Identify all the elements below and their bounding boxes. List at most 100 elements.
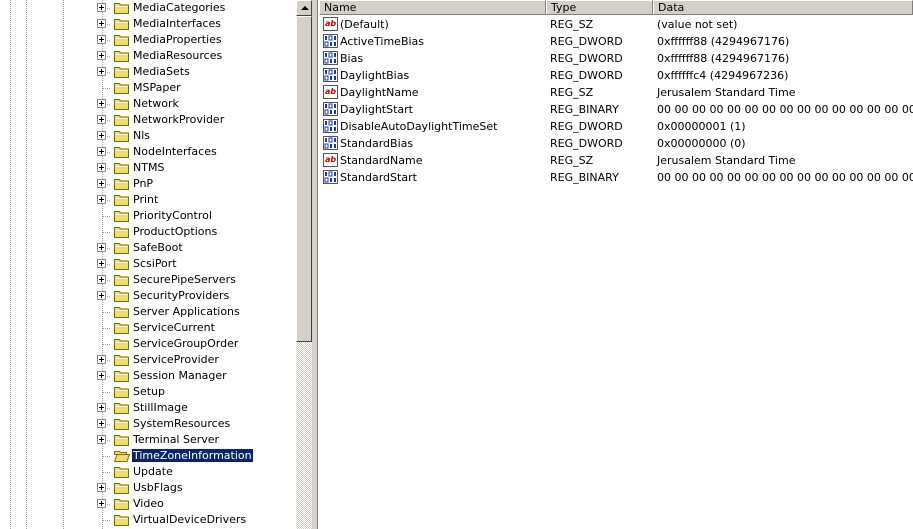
expand-plus-icon[interactable] — [97, 147, 106, 156]
value-data: Jerusalem Standard Time — [657, 86, 796, 99]
column-header-type[interactable]: Type — [546, 0, 653, 15]
tree-item[interactable]: Session Manager — [97, 368, 296, 384]
tree-item[interactable]: SafeBoot — [97, 240, 296, 256]
tree-item[interactable]: VirtualDeviceDrivers — [97, 512, 296, 528]
tree-item-label: Update — [133, 465, 173, 478]
tree-item[interactable]: PriorityControl — [97, 208, 296, 224]
tree-item[interactable]: ScsiPort — [97, 256, 296, 272]
folder-icon — [114, 67, 129, 78]
expand-plus-icon[interactable] — [97, 179, 106, 188]
table-row[interactable]: Bias REG_DWORD 0xffffff88 (4294967176) — [319, 50, 913, 67]
tree-item[interactable]: SystemResources — [97, 416, 296, 432]
folder-icon — [114, 467, 129, 478]
tree-item-label: NetworkProvider — [133, 113, 225, 126]
tree-item[interactable]: MediaCategories — [97, 0, 296, 16]
table-row[interactable]: ActiveTimeBias REG_DWORD 0xffffff88 (42949… — [319, 33, 913, 50]
tree-item[interactable]: Server Applications — [97, 304, 296, 320]
expand-plus-icon[interactable] — [97, 371, 106, 380]
tree-guide-line — [102, 520, 110, 521]
tree-item[interactable]: NodeInterfaces — [97, 144, 296, 160]
expand-plus-icon[interactable] — [97, 131, 106, 140]
tree-item-label: ServiceGroupOrder — [133, 337, 239, 350]
tree-vertical-scrollbar[interactable] — [296, 0, 312, 529]
tree-item[interactable]: Nls — [97, 128, 296, 144]
tree-item[interactable]: PnP — [97, 176, 296, 192]
tree-guide-line — [102, 88, 110, 89]
tree-item[interactable]: SecurityProviders — [97, 288, 296, 304]
tree-item[interactable]: Network — [97, 96, 296, 112]
tree-item[interactable]: Update — [97, 464, 296, 480]
table-row[interactable]: DisableAutoDaylightTimeSet REG_DWORD 0x000… — [319, 118, 913, 135]
binary-value-icon — [323, 68, 338, 82]
table-row[interactable]: StandardStart REG_BINARY 00 00 00 00 00 00… — [319, 169, 913, 186]
tree-item[interactable]: NetworkProvider — [97, 112, 296, 128]
table-row[interactable]: DaylightStart REG_BINARY 00 00 00 00 00 00… — [319, 101, 913, 118]
tree-item[interactable]: ServiceProvider — [97, 352, 296, 368]
expand-plus-icon[interactable] — [97, 419, 106, 428]
tree-item-label: SafeBoot — [133, 241, 183, 254]
tree-item[interactable]: UsbFlags — [97, 480, 296, 496]
expand-plus-icon[interactable] — [97, 99, 106, 108]
expand-plus-icon[interactable] — [97, 19, 106, 28]
scroll-thumb[interactable] — [296, 16, 312, 342]
table-row[interactable]: ab DaylightName REG_SZ Jerusalem Standard T… — [319, 84, 913, 101]
tree-guide-line — [10, 0, 11, 529]
list-header: Name Type Data — [319, 0, 913, 15]
tree-item-label: NTMS — [133, 161, 165, 174]
tree-item[interactable]: SecurePipeServers — [97, 272, 296, 288]
folder-icon — [114, 131, 129, 142]
expand-plus-icon[interactable] — [97, 195, 106, 204]
tree-item-label: Setup — [133, 385, 166, 398]
expand-plus-icon[interactable] — [97, 51, 106, 60]
tree-item[interactable]: Terminal Server — [97, 432, 296, 448]
tree-item[interactable]: ServiceGroupOrder — [97, 336, 296, 352]
expand-plus-icon[interactable] — [97, 275, 106, 284]
tree-guide-line — [102, 456, 110, 457]
tree-item[interactable]: Setup — [97, 384, 296, 400]
expand-plus-icon[interactable] — [97, 355, 106, 364]
tree-item[interactable]: MediaResources — [97, 48, 296, 64]
tree-item[interactable]: ProductOptions — [97, 224, 296, 240]
table-row[interactable]: StandardBias REG_DWORD 0x00000000 (0) — [319, 135, 913, 152]
expand-plus-icon[interactable] — [97, 115, 106, 124]
pane-splitter[interactable] — [312, 0, 318, 529]
tree-item-label: Server Applications — [133, 305, 240, 318]
column-header-name[interactable]: Name — [319, 0, 546, 15]
folder-icon — [114, 259, 129, 270]
value-data: 0xffffffc4 (4294967236) — [657, 69, 789, 82]
registry-values-list[interactable]: Name Type Data ab (Default) REG_SZ (value n… — [319, 0, 913, 529]
table-row[interactable]: ab StandardName REG_SZ Jerusalem Standard T… — [319, 152, 913, 169]
registry-key-tree[interactable]: MediaCategories MediaInterfaces MediaPrope… — [0, 0, 296, 529]
expand-plus-icon[interactable] — [97, 435, 106, 444]
expand-plus-icon[interactable] — [97, 243, 106, 252]
expand-plus-icon[interactable] — [97, 483, 106, 492]
tree-item[interactable]: Print — [97, 192, 296, 208]
tree-item[interactable]: StillImage — [97, 400, 296, 416]
tree-item[interactable]: TimeZoneInformation — [97, 448, 296, 464]
expand-plus-icon[interactable] — [97, 67, 106, 76]
tree-item[interactable]: MediaInterfaces — [97, 16, 296, 32]
tree-item[interactable]: MediaProperties — [97, 32, 296, 48]
expand-plus-icon[interactable] — [97, 3, 106, 12]
value-type: REG_DWORD — [550, 69, 623, 82]
table-row[interactable]: DaylightBias REG_DWORD 0xffffffc4 (4294967… — [319, 67, 913, 84]
column-header-data[interactable]: Data — [653, 0, 913, 15]
tree-item[interactable]: Video — [97, 496, 296, 512]
expand-plus-icon[interactable] — [97, 403, 106, 412]
tree-item-label: SecurityProviders — [133, 289, 230, 302]
scroll-up-arrow-icon[interactable] — [296, 0, 312, 16]
folder-icon — [114, 51, 129, 62]
value-type: REG_SZ — [550, 154, 594, 167]
tree-item[interactable]: MSPaper — [97, 80, 296, 96]
tree-item[interactable]: NTMS — [97, 160, 296, 176]
tree-item[interactable]: MediaSets — [97, 64, 296, 80]
table-row[interactable]: ab (Default) REG_SZ (value not set) — [319, 16, 913, 33]
tree-item[interactable]: ServiceCurrent — [97, 320, 296, 336]
expand-plus-icon[interactable] — [97, 163, 106, 172]
folder-icon — [114, 3, 129, 14]
folder-icon — [114, 35, 129, 46]
expand-plus-icon[interactable] — [97, 499, 106, 508]
expand-plus-icon[interactable] — [97, 259, 106, 268]
expand-plus-icon[interactable] — [97, 291, 106, 300]
expand-plus-icon[interactable] — [97, 35, 106, 44]
